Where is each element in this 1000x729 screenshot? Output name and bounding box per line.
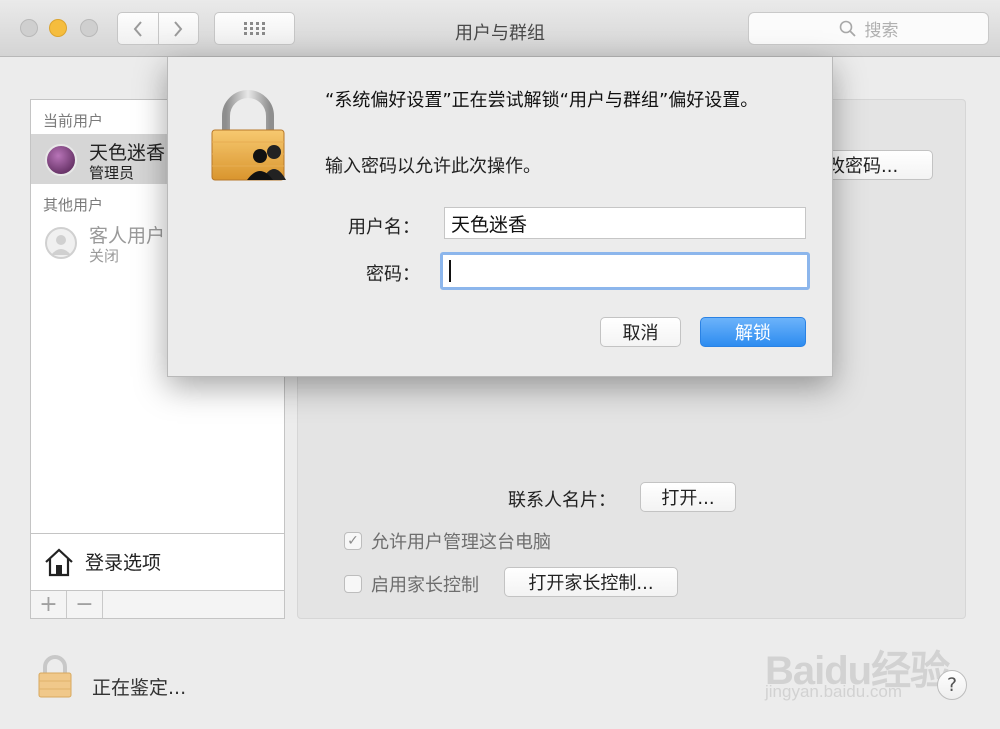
house-icon — [45, 548, 73, 576]
text-caret — [449, 260, 451, 282]
contact-card-label: 联系人名片： — [508, 490, 616, 511]
username-label: 用户名： — [348, 217, 420, 238]
guest-avatar-icon — [45, 227, 77, 259]
other-users-label: 其他用户 — [43, 196, 104, 214]
watermark-url: jingyan.baidu.com — [765, 682, 903, 701]
parental-controls-row[interactable]: 启用家长控制 — [344, 571, 479, 597]
remove-user-button[interactable]: − — [67, 591, 103, 618]
allow-admin-checkbox[interactable]: ✓ — [344, 532, 362, 550]
current-users-label: 当前用户 — [43, 112, 104, 130]
parental-controls-label: 启用家长控制 — [371, 575, 479, 596]
parental-controls-checkbox[interactable] — [344, 575, 362, 593]
allow-admin-row[interactable]: ✓ 允许用户管理这台电脑 — [344, 528, 551, 554]
padlock-users-icon — [210, 90, 296, 186]
open-parental-controls-button[interactable]: 打开家长控制... — [504, 567, 678, 597]
add-user-button[interactable]: + — [31, 591, 67, 618]
username-field[interactable]: 天色迷香 — [444, 207, 806, 239]
add-remove-bar: + − — [30, 590, 285, 619]
allow-admin-label: 允许用户管理这台电脑 — [371, 532, 551, 553]
guest-user-status: 关闭 — [89, 247, 120, 265]
cancel-button[interactable]: 取消 — [600, 317, 681, 347]
open-contact-card-button[interactable]: 打开... — [640, 482, 736, 512]
lock-icon[interactable] — [37, 655, 73, 703]
authentication-dialog: “系统偏好设置”正在尝试解锁“用户与群组”偏好设置。 输入密码以允许此次操作。 … — [167, 57, 833, 377]
user-role: 管理员 — [89, 164, 135, 182]
password-field[interactable] — [440, 252, 810, 290]
help-button[interactable]: ? — [937, 670, 967, 700]
dialog-message: 输入密码以允许此次操作。 — [325, 156, 541, 177]
user-name: 天色迷香 — [89, 142, 166, 164]
window-titlebar: 用户与群组 搜索 — [0, 0, 1000, 57]
search-field[interactable]: 搜索 — [748, 12, 989, 45]
search-icon — [839, 20, 856, 37]
change-password-button[interactable]: 改密码... — [818, 150, 933, 180]
login-options-label: 登录选项 — [85, 552, 162, 574]
dialog-title: “系统偏好设置”正在尝试解锁“用户与群组”偏好设置。 — [325, 90, 759, 111]
authenticating-status: 正在鉴定... — [92, 677, 187, 699]
guest-user-name: 客人用户 — [89, 225, 166, 247]
login-options-item[interactable]: 登录选项 — [31, 533, 284, 589]
baidu-watermark: Baidu经验 jingyan.baidu.com — [765, 620, 965, 710]
password-label: 密码： — [366, 264, 420, 285]
user-avatar — [45, 144, 77, 176]
search-placeholder: 搜索 — [864, 21, 899, 41]
unlock-button[interactable]: 解锁 — [700, 317, 806, 347]
